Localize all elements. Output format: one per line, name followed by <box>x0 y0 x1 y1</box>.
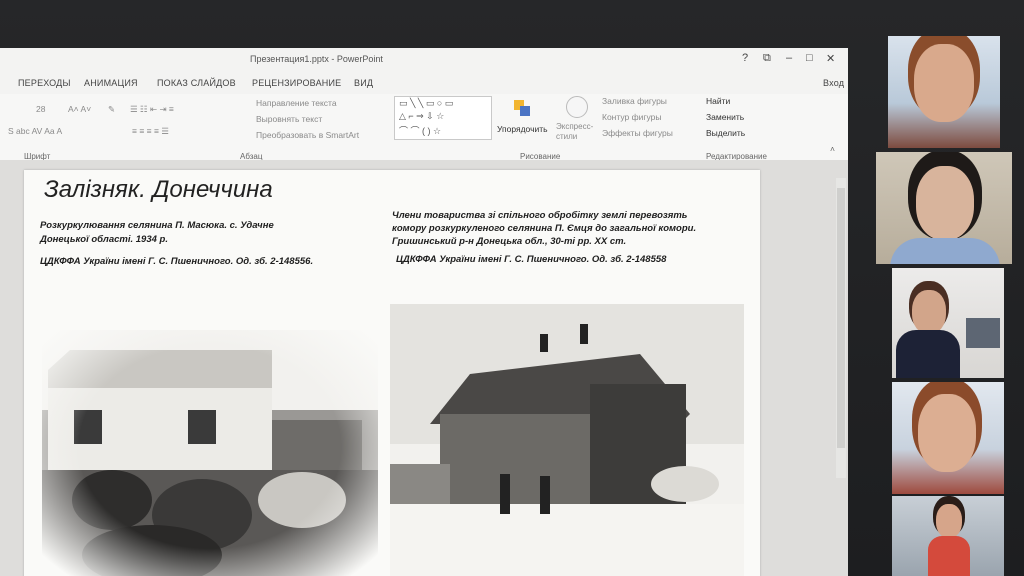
caption-right-line-1: Члени товариства зі спільного обробітку … <box>392 210 688 221</box>
source-left: ЦДКФФА України імені Г. С. Пшеничного. О… <box>40 256 314 267</box>
login-link[interactable]: Вход <box>823 78 844 88</box>
text-direction-button[interactable]: Направление текста <box>256 98 337 108</box>
font-format-icons[interactable]: S abc AV Aa A <box>8 126 62 136</box>
grow-font-icon[interactable]: A˄ A˅ <box>68 104 91 114</box>
quick-styles-button[interactable]: Экспресс-стили <box>556 122 593 142</box>
shapes-row-3-icon: ⌒ ⌒ ( ) ☆ <box>399 126 442 136</box>
participant-face-2 <box>916 166 974 240</box>
ribbon: 28 A˄ A˅ ✎ ☰ ☷ ⇤ ⇥ ≡ S abc AV Aa A ≡ ≡ ≡… <box>0 94 848 161</box>
find-button[interactable]: Найти <box>706 96 730 106</box>
close-button[interactable]: ✕ <box>826 52 835 65</box>
photo-moving-barn[interactable] <box>390 304 744 576</box>
tab-slideshow[interactable]: ПОКАЗ СЛАЙДОВ <box>157 78 236 88</box>
tab-animation[interactable]: АНИМАЦИЯ <box>84 78 138 88</box>
shape-fill-button[interactable]: Заливка фигуры <box>602 96 667 106</box>
quick-styles-icon[interactable] <box>566 96 588 118</box>
ribbon-display-button[interactable]: ⧉ <box>763 52 771 65</box>
participant-body-3 <box>896 330 960 378</box>
smartart-button[interactable]: Преобразовать в SmartArt <box>256 130 359 140</box>
collapse-ribbon-icon[interactable]: ˄ <box>830 144 835 154</box>
participant-video-3[interactable] <box>892 268 1004 378</box>
powerpoint-window: Презентация1.pptx - PowerPoint ? ⧉ – □ ✕… <box>0 48 848 576</box>
shape-effects-button[interactable]: Эффекты фигуры <box>602 128 673 138</box>
help-button[interactable]: ? <box>742 52 748 64</box>
window-title: Презентация1.pptx - PowerPoint <box>250 54 383 64</box>
caption-right-line-3: Гришинський р-н Донецька обл., 30-ті рр.… <box>392 236 627 247</box>
participant-face-4 <box>918 394 976 472</box>
caption-left-line-1: Розкуркулювання селянина П. Масюка. с. У… <box>40 220 274 231</box>
shapes-row-2-icon: △ ⌐ ⇒ ⇩ ☆ <box>399 111 445 121</box>
font-size-box[interactable]: 28 <box>36 104 45 114</box>
tab-view[interactable]: ВИД <box>354 78 373 88</box>
maximize-button[interactable]: □ <box>806 52 813 64</box>
shapes-row-1-icon: ▭ ╲ ╲ ▭ ○ ▭ <box>399 98 454 108</box>
source-right: ЦДКФФА України імені Г. С. Пшеничного. О… <box>396 254 667 265</box>
participant-video-4[interactable] <box>892 382 1004 494</box>
clear-format-icon[interactable]: ✎ <box>108 104 115 115</box>
tab-review[interactable]: РЕЦЕНЗИРОВАНИЕ <box>252 78 341 88</box>
monitor-background-3 <box>966 318 1000 348</box>
participant-video-5[interactable] <box>892 496 1004 576</box>
minimize-button[interactable]: – <box>786 52 792 64</box>
participant-face-3 <box>912 290 946 334</box>
scroll-thumb[interactable] <box>837 188 845 448</box>
participant-video-2[interactable] <box>876 152 1012 264</box>
participant-video-1[interactable] <box>888 36 1000 148</box>
arrange-icon[interactable] <box>512 98 532 118</box>
participant-face-1 <box>914 44 974 122</box>
slide-title[interactable]: Залізняк. Донеччина <box>44 176 273 204</box>
select-button[interactable]: Выделить <box>706 128 745 138</box>
vertical-scrollbar[interactable] <box>836 178 846 478</box>
participant-body-5 <box>928 536 970 576</box>
caption-left-line-2: Донецької області. 1934 р. <box>40 234 168 245</box>
shapes-gallery[interactable]: ▭ ╲ ╲ ▭ ○ ▭ △ ⌐ ⇒ ⇩ ☆ ⌒ ⌒ ( ) ☆ <box>394 96 492 140</box>
ribbon-tabs: ПЕРЕХОДЫ АНИМАЦИЯ ПОКАЗ СЛАЙДОВ РЕЦЕНЗИР… <box>0 74 848 94</box>
align-icons[interactable]: ≡ ≡ ≡ ≡ ☰ <box>132 126 169 137</box>
caption-right-line-2: комору розкуркуленого селянина П. Ємця д… <box>392 223 697 234</box>
participant-face-5 <box>936 504 962 538</box>
tab-transitions[interactable]: ПЕРЕХОДЫ <box>18 78 71 88</box>
shape-outline-button[interactable]: Контур фигуры <box>602 112 661 122</box>
title-bar: Презентация1.pptx - PowerPoint ? ⧉ – □ ✕ <box>0 48 848 74</box>
participant-shoulders-2 <box>890 238 1000 264</box>
arrange-button[interactable]: Упорядочить <box>497 124 548 134</box>
replace-button[interactable]: Заменить <box>706 112 744 122</box>
bullets-icon[interactable]: ☰ ☷ ⇤ ⇥ ≡ <box>130 104 174 115</box>
align-text-button[interactable]: Выровнять текст <box>256 114 322 124</box>
monitor-screen: Презентация1.pptx - PowerPoint ? ⧉ – □ ✕… <box>0 0 1024 576</box>
slide-canvas[interactable]: Залізняк. Донеччина Розкуркулювання селя… <box>24 170 760 576</box>
photo-dekulakization[interactable] <box>42 330 378 576</box>
